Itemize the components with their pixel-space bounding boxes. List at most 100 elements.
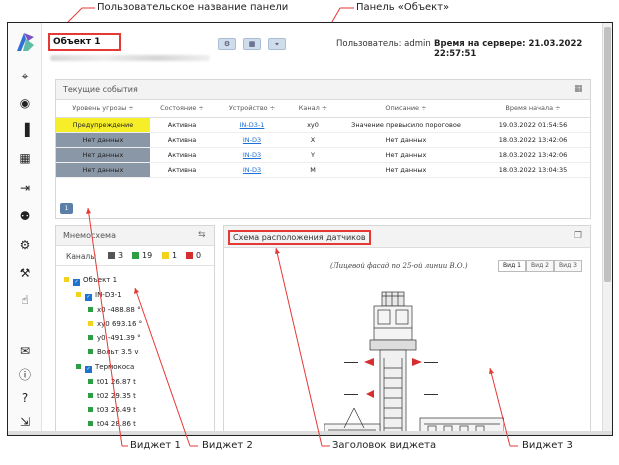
col-device[interactable]: Устройство ÷ (214, 100, 290, 118)
panel-title[interactable]: Объект 1 (48, 33, 121, 51)
time-cell: 18.03.2022 13:04:35 (476, 162, 590, 178)
object-tree: ✓ Объект 1 ✓ IN-D3-1 x0 -488.88 ° xy0 693.… (56, 266, 214, 435)
events-header: Текущие события ▦ (56, 80, 590, 100)
device-cell[interactable]: IN-D3-1 (214, 117, 290, 133)
scrollbar-thumb[interactable] (604, 27, 611, 282)
view-tabs: Вид 1 Вид 2 Вид 3 (498, 260, 582, 272)
tree-node-device[interactable]: ✓ IN-D3-1 (76, 291, 122, 301)
tab-view-1[interactable]: Вид 1 (498, 260, 526, 272)
device-link[interactable]: IN-D3 (243, 151, 261, 159)
channel-cell: M (290, 162, 336, 178)
time-cell: 18.03.2022 13:42:06 (476, 147, 590, 163)
copy-icon[interactable]: ❐ (574, 231, 584, 241)
state-cell: Активна (150, 132, 214, 148)
channels-label: Каналы (66, 252, 97, 261)
device-link[interactable]: IN-D3 (243, 136, 261, 144)
mail-icon[interactable]: ✉ (18, 344, 32, 358)
annotation-widget3: Виджет 3 (522, 440, 573, 451)
table-row[interactable]: Предупреждение Активна IN-D3-1 xy0 Значе… (56, 117, 590, 133)
settings-icon[interactable]: ⚙ (18, 238, 32, 252)
device-cell[interactable]: IN-D3 (214, 147, 290, 163)
tree-node-channel[interactable]: x0 -488.88 ° (88, 306, 141, 314)
severity-badge: Нет данных (56, 132, 150, 148)
tree-node-channel[interactable]: Вольт 3.5 v (88, 348, 139, 356)
bar-chart-icon[interactable]: ▐ (18, 123, 32, 137)
description-cell: Нет данных (336, 147, 476, 163)
table-row[interactable]: Нет данных Активна IN-D3 M Нет данных 18… (56, 162, 590, 178)
severity-badge: Предупреждение (56, 117, 150, 133)
col-channel[interactable]: Канал ÷ (290, 100, 336, 118)
description-cell: Нет данных (336, 162, 476, 178)
grid-icon[interactable]: ▦ (243, 38, 261, 50)
device-link[interactable]: IN-D3-1 (240, 121, 265, 129)
calendar-icon[interactable]: ▦ (18, 151, 32, 165)
gear-icon[interactable]: ⚙ (218, 38, 236, 50)
facade-caption: (Лицевой фасад по 25-ой линии В.О.) (330, 262, 468, 270)
table-row[interactable]: Нет данных Активна IN-D3 Y Нет данных 18… (56, 147, 590, 163)
sensor-marker-left (364, 358, 374, 366)
export-icon[interactable]: ⇥ (18, 181, 32, 195)
device-cell[interactable]: IN-D3 (214, 132, 290, 148)
channel-counters: Каналы 3 19 1 0 (56, 246, 214, 266)
sensor-marker-right (412, 358, 422, 366)
severity-badge: Нет данных (56, 162, 150, 178)
tree-node-channel[interactable]: y0 -491.39 ° (88, 334, 141, 342)
user-info: Пользователь: admin (336, 39, 431, 49)
device-cell[interactable]: IN-D3 (214, 162, 290, 178)
page-button[interactable]: 1 (60, 203, 73, 214)
mnemo-widget: Мнемосхема ⇆ Каналы 3 19 1 0 ✓ Объект 1 ✓… (55, 225, 215, 435)
device-link[interactable]: IN-D3 (243, 166, 261, 174)
time-cell: 19.03.2022 01:54:56 (476, 117, 590, 133)
users-icon[interactable]: ⚉ (18, 209, 32, 223)
state-cell: Активна (150, 147, 214, 163)
mnemo-title: Мнемосхема (63, 231, 116, 240)
tree-node-channel[interactable]: xy0 693.16 ° (88, 320, 142, 328)
logout-icon[interactable]: ⇲ (18, 415, 32, 429)
state-cell: Активна (150, 117, 214, 133)
table-row[interactable]: Нет данных Активна IN-D3 X Нет данных 18… (56, 132, 590, 148)
counter-yellow: 1 (162, 251, 177, 260)
annotation-widget1: Виджет 1 (130, 440, 181, 451)
tab-view-2[interactable]: Вид 2 (526, 260, 554, 272)
state-cell: Активна (150, 162, 214, 178)
building-facade-drawing (324, 291, 504, 435)
col-start-time[interactable]: Время начала ÷ (476, 100, 590, 118)
location-pin-icon[interactable]: ⌖ (18, 69, 32, 83)
logo-icon (17, 33, 34, 51)
channel-cell: X (290, 132, 336, 148)
annotation-widget-header: Заголовок виджета (332, 440, 437, 451)
panel-subtitle-blurred (50, 55, 210, 61)
scheme-header: Схема расположения датчиков ❐ (224, 226, 590, 248)
horizontal-scrollbar[interactable] (8, 431, 612, 435)
thumbs-up-icon[interactable]: ☝ (18, 293, 32, 307)
events-table: Уровень угрозы ÷ Состояние ÷ Устройство … (56, 100, 590, 178)
eye-icon[interactable]: ◉ (18, 96, 32, 110)
severity-badge: Нет данных (56, 147, 150, 163)
tree-node-device[interactable]: ✓ Термокоса (76, 363, 134, 373)
description-cell: Нет данных (336, 132, 476, 148)
tree-settings-icon[interactable]: ⇆ (198, 230, 208, 240)
topbar: Объект 1 ⚙ ▦ ⌖ Пользователь: admin Время… (42, 23, 612, 75)
server-time: Время на сервере: 21.03.2022 22:57:51 (434, 39, 583, 59)
mnemo-header: Мнемосхема ⇆ (56, 226, 214, 246)
col-description[interactable]: Описание ÷ (336, 100, 476, 118)
channel-cell: Y (290, 147, 336, 163)
col-state[interactable]: Состояние ÷ (150, 100, 214, 118)
config-icon[interactable]: ⚒ (18, 266, 32, 280)
tree-node-object[interactable]: ✓ Объект 1 (64, 276, 117, 286)
pin-icon[interactable]: ⌖ (268, 38, 286, 50)
sidebar: ⌖ ◉ ▐ ▦ ⇥ ⚉ ⚙ ⚒ ☝ ✉ ⓘ ? ⇲ (8, 23, 42, 435)
tree-node-channel[interactable]: t03 26.49 t (88, 406, 136, 414)
tree-node-channel[interactable]: t01 26.87 t (88, 378, 136, 386)
annotation-widget2: Виджет 2 (202, 440, 253, 451)
annotation-object-panel: Панель «Объект» (356, 2, 450, 13)
col-level[interactable]: Уровень угрозы ÷ (56, 100, 150, 118)
tab-view-3[interactable]: Вид 3 (554, 260, 582, 272)
tree-node-channel[interactable]: t02 29.35 t (88, 392, 136, 400)
help-icon[interactable]: ? (18, 391, 32, 405)
tree-node-channel[interactable]: t04 28.86 t (88, 420, 136, 428)
info-icon[interactable]: ⓘ (18, 368, 32, 382)
channel-cell: xy0 (290, 117, 336, 133)
calendar-icon[interactable]: ▦ (574, 84, 584, 94)
scrollbar[interactable] (602, 23, 612, 435)
